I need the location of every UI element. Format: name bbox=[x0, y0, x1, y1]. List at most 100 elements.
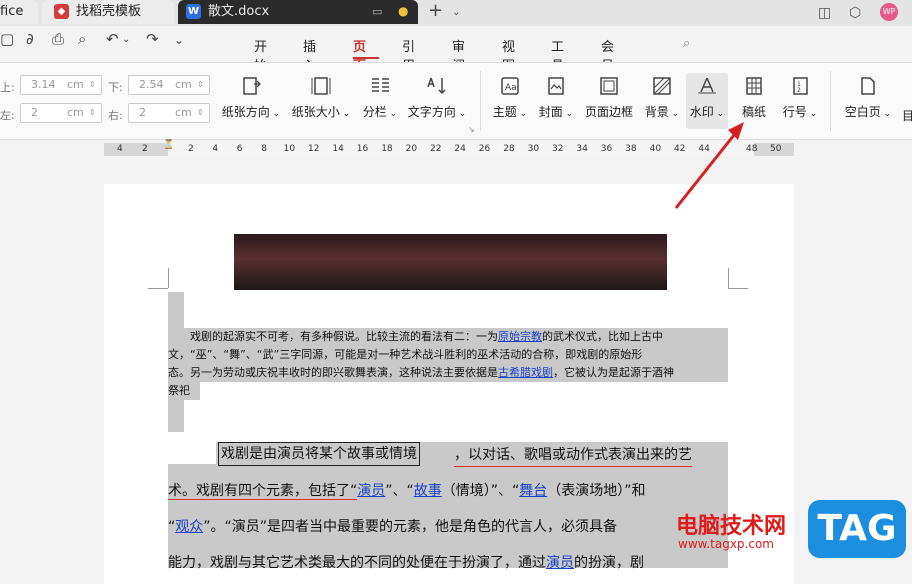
blank-page-button[interactable]: 空白页 ⌄ bbox=[840, 75, 896, 120]
ruler-tick-label: 42 bbox=[674, 144, 686, 154]
page-border-label: 页面边框 bbox=[584, 105, 633, 119]
boxed-text[interactable]: 戏剧是由演员将某个故事或情境 bbox=[218, 442, 420, 466]
hyperlink-stage[interactable]: 舞台 bbox=[519, 483, 547, 499]
margin-right-value: 2 bbox=[139, 106, 146, 119]
paragraph-line: 祭祀 bbox=[168, 384, 190, 397]
background-button[interactable]: 背景 ⌄ bbox=[642, 75, 682, 120]
hyperlink-story[interactable]: 故事 bbox=[414, 483, 442, 499]
margin-top-label: 上: bbox=[0, 81, 15, 94]
margin-right-input[interactable]: 2 cm ⇕ bbox=[128, 103, 210, 123]
line-number-icon: 12 bbox=[793, 77, 808, 95]
ruler-tick-label: 38 bbox=[625, 144, 637, 154]
crop-mark bbox=[148, 288, 168, 289]
avatar[interactable]: WP bbox=[880, 3, 898, 21]
ruler-tick-label: 6 bbox=[236, 144, 243, 154]
margin-bottom-label: 下: bbox=[108, 81, 123, 94]
link-icon[interactable]: ∂ bbox=[26, 30, 34, 58]
theme-label: 主题 bbox=[492, 105, 517, 119]
tab-template[interactable]: ◆ 找稻壳模板 bbox=[42, 0, 174, 24]
paragraph-line: 能力，戏剧与其它艺术类最大的不同的处便在于扮演了，通过演员的扮演，剧 bbox=[168, 552, 644, 574]
text-direction-button[interactable]: 文字方向 ⌄ bbox=[406, 75, 468, 120]
text-direction-icon bbox=[427, 77, 446, 95]
hyperlink-actor[interactable]: 演员 bbox=[357, 483, 385, 499]
columns-label: 分栏 bbox=[362, 105, 387, 119]
text-run: ”。“演员”是四者当中最重要的元素，他是角色的代言人，必须具备 bbox=[203, 519, 618, 535]
margin-top-value: 3.14 bbox=[31, 78, 56, 91]
paper-size-label: 纸张大小 bbox=[291, 105, 340, 119]
ruler-tick-label: 34 bbox=[576, 144, 588, 154]
unsaved-dot-icon: ● bbox=[398, 4, 409, 18]
paragraph-1[interactable]: 戏剧的起源实不可考，有多种假说。比较主流的看法有二：一为原始宗教的武术仪式，比如… bbox=[168, 328, 734, 400]
tab-label: 散文.docx bbox=[208, 4, 270, 19]
crop-mark bbox=[168, 268, 169, 288]
unit-label: cm bbox=[175, 106, 192, 119]
hyperlink-greek-drama[interactable]: 古希腊戏剧 bbox=[498, 366, 553, 379]
watermark-label: 水印 bbox=[689, 105, 714, 119]
watermark-button[interactable]: 水印 ⌄ bbox=[686, 73, 728, 129]
paper-size-icon bbox=[311, 77, 331, 95]
text-run: 态。另一为劳动或庆祝丰收时的即兴歌舞表演，这种说法主要依据是 bbox=[168, 366, 498, 379]
save-icon[interactable]: ▢ bbox=[0, 30, 14, 58]
theme-icon: Aa bbox=[501, 77, 519, 95]
site-watermark-url: www.tagxp.com bbox=[678, 537, 774, 551]
dialog-launcher-icon[interactable]: ↘ bbox=[468, 125, 475, 134]
line-number-label: 行号 bbox=[782, 105, 807, 119]
text-run: ”、“ bbox=[385, 483, 414, 499]
print-icon[interactable]: ⎙ bbox=[52, 30, 64, 58]
ribbon-separator bbox=[480, 71, 481, 131]
overflow-icon[interactable]: 目 bbox=[902, 107, 912, 124]
print-preview-icon[interactable]: ⌕ bbox=[78, 30, 86, 58]
spinner-icon[interactable]: ⇕ bbox=[89, 76, 96, 94]
hyperlink-audience[interactable]: 观众 bbox=[175, 519, 203, 535]
page-border-button[interactable]: 页面边框 bbox=[582, 75, 636, 120]
new-tab-icon[interactable]: + bbox=[428, 0, 443, 22]
document-header-image[interactable] bbox=[234, 234, 667, 290]
spinner-icon[interactable]: ⇕ bbox=[197, 104, 204, 122]
theme-button[interactable]: Aa 主题 ⌄ bbox=[490, 75, 530, 120]
spinner-icon[interactable]: ⇕ bbox=[89, 104, 96, 122]
chevron-down-icon[interactable]: ⌄ bbox=[122, 34, 130, 62]
chevron-down-icon[interactable]: ⌄ bbox=[452, 2, 460, 24]
paper-direction-icon bbox=[243, 77, 261, 95]
redo-icon[interactable]: ↷ bbox=[146, 30, 159, 58]
indent-marker-icon[interactable]: ⏳ bbox=[163, 139, 174, 152]
hyperlink-actor[interactable]: 演员 bbox=[546, 555, 574, 571]
cube-icon[interactable]: ⬡ bbox=[849, 2, 861, 24]
undo-icon[interactable]: ↶ bbox=[106, 30, 119, 58]
indent-space bbox=[168, 442, 216, 464]
paper-direction-button[interactable]: 纸张方向 ⌄ bbox=[220, 75, 282, 120]
columns-button[interactable]: 分栏 ⌄ bbox=[358, 75, 402, 120]
ruler-tick-label: 14 bbox=[332, 144, 344, 154]
ruler-tick-label: 20 bbox=[405, 144, 418, 154]
cover-label: 封面 bbox=[538, 105, 563, 119]
margin-bottom-input[interactable]: 2.54 cm ⇕ bbox=[128, 75, 210, 95]
tab-office[interactable]: fice bbox=[0, 0, 38, 24]
crop-mark bbox=[728, 288, 748, 289]
hyperlink-original-religion[interactable]: 原始宗教 bbox=[498, 330, 542, 343]
spinner-icon[interactable]: ⇕ bbox=[197, 76, 204, 94]
text-run: （表演场地）”和 bbox=[547, 483, 646, 499]
margin-bottom-value: 2.54 bbox=[139, 78, 164, 91]
paper-size-button[interactable]: 纸张大小 ⌄ bbox=[290, 75, 352, 120]
unit-label: cm bbox=[175, 78, 192, 91]
more-icon[interactable]: ⌄ bbox=[174, 33, 184, 61]
manuscript-button[interactable]: 稿纸 bbox=[736, 75, 772, 120]
search-icon[interactable]: ⌕ bbox=[683, 36, 690, 51]
margin-left-input[interactable]: 2 cm ⇕ bbox=[20, 103, 102, 123]
daoke-icon: ◆ bbox=[54, 4, 69, 19]
site-tag-logo: TAG bbox=[808, 500, 906, 558]
horizontal-ruler[interactable]: 4 2 ⏳ 2 4 6 8 10 12 14 16 18 20 22 24 26 28 30 32 34 36 38… bbox=[104, 140, 794, 156]
margin-top-input[interactable]: 3.14 cm ⇕ bbox=[20, 75, 102, 95]
ruler-tick-label: 36 bbox=[600, 144, 613, 154]
word-doc-icon: W bbox=[186, 4, 201, 19]
window-icon[interactable]: ◫ bbox=[818, 2, 831, 24]
line-number-button[interactable]: 12 行号 ⌄ bbox=[780, 75, 820, 120]
tab-document[interactable]: W 散文.docx ▭ ● bbox=[178, 0, 418, 24]
unit-label: cm bbox=[67, 106, 84, 119]
screen-icon[interactable]: ▭ bbox=[372, 0, 382, 24]
tab-bar: fice ◆ 找稻壳模板 W 散文.docx ▭ ● + ⌄ ◫ ⬡ WP bbox=[0, 0, 912, 26]
svg-text:2: 2 bbox=[797, 87, 801, 94]
cover-button[interactable]: 封面 ⌄ bbox=[536, 75, 576, 120]
ruler-tick-label: 16 bbox=[356, 144, 369, 154]
ribbon: 上: 3.14 cm ⇕ 下: 2.54 cm ⇕ 左: 2 cm ⇕ 右: 2… bbox=[0, 62, 912, 140]
